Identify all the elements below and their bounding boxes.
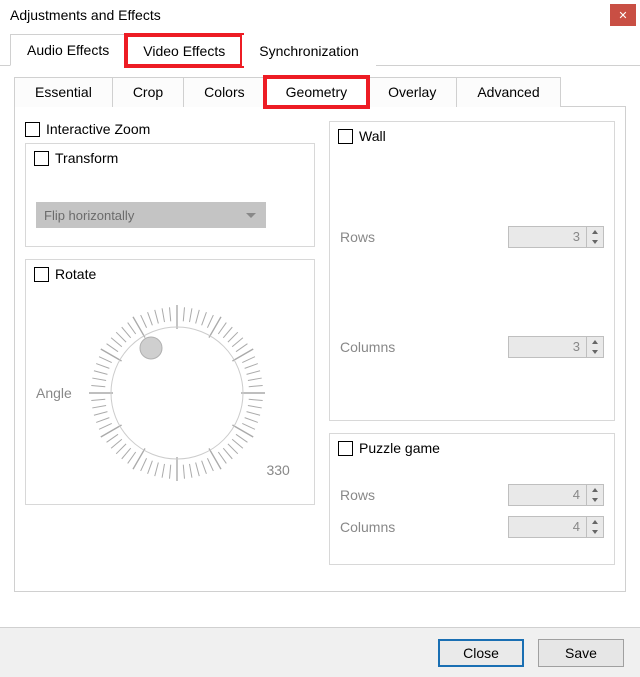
spinner-arrows	[586, 337, 603, 357]
wall-cols-label: Columns	[340, 339, 508, 355]
wall-group: Wall Rows 3	[329, 121, 615, 421]
angle-label: Angle	[36, 385, 72, 401]
titlebar: Adjustments and Effects ✕	[0, 0, 640, 30]
puzzle-rows-spinner[interactable]: 4	[508, 484, 604, 506]
close-button[interactable]: Close	[438, 639, 524, 667]
puzzle-label: Puzzle game	[359, 440, 440, 456]
subtab-advanced[interactable]: Advanced	[456, 77, 560, 107]
subtab-crop[interactable]: Crop	[112, 77, 184, 107]
rotate-label: Rotate	[55, 266, 96, 282]
rotate-group: Rotate Angle 330	[25, 259, 315, 505]
puzzle-cols-spinner[interactable]: 4	[508, 516, 604, 538]
wall-rows-value: 3	[509, 227, 586, 247]
angle-value-label: 330	[266, 462, 289, 478]
puzzle-group: Puzzle game Rows 4 Co	[329, 433, 615, 565]
tab-video-effects[interactable]: Video Effects	[126, 35, 242, 66]
wall-cols-spinner[interactable]: 3	[508, 336, 604, 358]
chevron-up-icon[interactable]	[587, 337, 603, 347]
wall-rows-label: Rows	[340, 229, 508, 245]
subtab-overlay[interactable]: Overlay	[367, 77, 457, 107]
subtab-essential[interactable]: Essential	[14, 77, 113, 107]
geometry-panel: Interactive Zoom Transform Flip horizont…	[14, 107, 626, 592]
close-icon: ✕	[618, 9, 627, 22]
transform-checkbox[interactable]	[34, 151, 49, 166]
chevron-down-icon[interactable]	[587, 347, 603, 357]
spinner-arrows	[586, 517, 603, 537]
tab-audio-effects[interactable]: Audio Effects	[10, 34, 126, 66]
transform-label: Transform	[55, 150, 118, 166]
chevron-up-icon[interactable]	[587, 227, 603, 237]
puzzle-rows-value: 4	[509, 485, 586, 505]
chevron-down-icon[interactable]	[587, 237, 603, 247]
puzzle-cols-value: 4	[509, 517, 586, 537]
tab-synchronization[interactable]: Synchronization	[242, 35, 376, 66]
window-title: Adjustments and Effects	[10, 7, 161, 23]
footer: Close Save	[0, 627, 640, 677]
window-close-button[interactable]: ✕	[610, 4, 636, 26]
right-column: Wall Rows 3	[329, 121, 615, 577]
content-area: Essential Crop Colors Geometry Overlay A…	[0, 66, 640, 598]
wall-checkbox[interactable]	[338, 129, 353, 144]
interactive-zoom-row: Interactive Zoom	[25, 121, 315, 137]
transform-group: Transform Flip horizontally	[25, 143, 315, 247]
subtab-colors[interactable]: Colors	[183, 77, 265, 107]
subtab-geometry[interactable]: Geometry	[265, 77, 368, 107]
chevron-down-icon[interactable]	[587, 495, 603, 505]
spinner-arrows	[586, 227, 603, 247]
interactive-zoom-label: Interactive Zoom	[46, 121, 150, 137]
wall-rows-spinner[interactable]: 3	[508, 226, 604, 248]
chevron-up-icon[interactable]	[587, 517, 603, 527]
puzzle-rows-label: Rows	[340, 487, 508, 503]
rotate-checkbox[interactable]	[34, 267, 49, 282]
chevron-up-icon[interactable]	[587, 485, 603, 495]
angle-dial[interactable]: 330	[82, 298, 272, 488]
puzzle-checkbox[interactable]	[338, 441, 353, 456]
interactive-zoom-checkbox[interactable]	[25, 122, 40, 137]
transform-mode-dropdown[interactable]: Flip horizontally	[36, 202, 266, 228]
save-button[interactable]: Save	[538, 639, 624, 667]
wall-cols-value: 3	[509, 337, 586, 357]
spinner-arrows	[586, 485, 603, 505]
main-tabstrip: Audio Effects Video Effects Synchronizat…	[0, 30, 640, 66]
wall-label: Wall	[359, 128, 386, 144]
left-column: Interactive Zoom Transform Flip horizont…	[25, 121, 315, 577]
sub-tabstrip: Essential Crop Colors Geometry Overlay A…	[14, 76, 626, 107]
transform-mode-value: Flip horizontally	[44, 208, 134, 223]
chevron-down-icon[interactable]	[587, 527, 603, 537]
puzzle-cols-label: Columns	[340, 519, 508, 535]
